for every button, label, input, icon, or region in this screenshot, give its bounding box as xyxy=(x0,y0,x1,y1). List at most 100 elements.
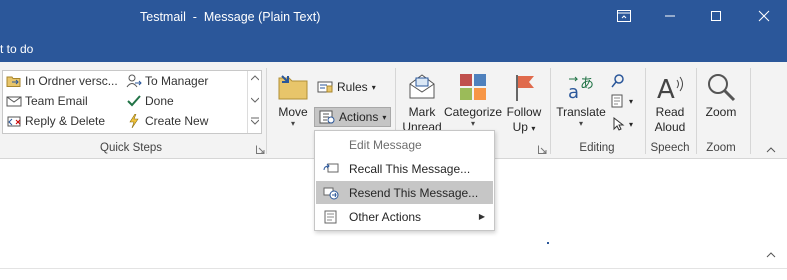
speech-group-label: Speech xyxy=(650,142,690,154)
lightning-icon xyxy=(129,114,139,128)
quick-step-label: Reply & Delete xyxy=(25,114,106,128)
quick-steps-scroll[interactable] xyxy=(247,71,262,133)
quick-step-label: Create New xyxy=(145,114,209,128)
rules-icon xyxy=(317,81,333,93)
quick-step-reply-delete[interactable]: Reply & Delete xyxy=(6,114,105,128)
read-label-line2: Aloud xyxy=(654,120,686,134)
menu-item-label: Resend This Message... xyxy=(349,185,479,200)
menu-item-other-actions[interactable]: Other Actions ▶ xyxy=(316,205,493,228)
title-bar: Testmail - Message (Plain Text) xyxy=(0,0,787,38)
svg-text:a: a xyxy=(568,82,579,102)
categorize-button[interactable]: Categorize ▾ xyxy=(444,72,502,128)
actions-menu: Edit Message Recall This Message... Rese… xyxy=(314,130,495,231)
menu-item-label: Edit Message xyxy=(349,137,422,152)
divider xyxy=(0,268,787,269)
translate-button[interactable]: aあ Translate ▾ xyxy=(554,72,608,128)
quick-step-in-ordner[interactable]: In Ordner versc... xyxy=(6,74,118,88)
select-cursor-icon xyxy=(613,117,625,131)
rules-button[interactable]: Rules ▾ xyxy=(317,80,376,94)
svg-text:A: A xyxy=(657,75,675,102)
quick-step-to-manager[interactable]: To Manager xyxy=(126,74,208,88)
related-icon xyxy=(611,94,623,108)
find-icon[interactable] xyxy=(611,74,625,88)
quick-step-label: Done xyxy=(145,94,174,108)
read-aloud-icon: A xyxy=(657,75,683,102)
select-button[interactable]: ▾ xyxy=(611,117,633,131)
to-manager-icon xyxy=(126,74,142,88)
tell-me-input[interactable]: t to do xyxy=(0,42,33,56)
move-label: Move xyxy=(278,105,308,119)
group-separator xyxy=(750,68,751,154)
menu-item-resend-message[interactable]: Resend This Message... xyxy=(316,181,493,204)
group-separator xyxy=(550,68,551,154)
dropdown-caret-icon: ▾ xyxy=(371,82,376,92)
dropdown-caret-icon: ▾ xyxy=(290,119,295,128)
menu-item-label: Recall This Message... xyxy=(349,161,471,176)
translate-label: Translate xyxy=(556,105,606,119)
resend-message-icon xyxy=(323,187,339,199)
menu-item-edit-message[interactable]: Edit Message xyxy=(316,133,493,156)
close-icon xyxy=(758,10,770,22)
related-button[interactable]: ▾ xyxy=(611,94,633,108)
team-email-icon xyxy=(6,96,22,107)
translate-icon: aあ xyxy=(568,76,594,102)
zoom-magnifier-icon xyxy=(708,74,736,102)
editing-group-label: Editing xyxy=(579,142,615,154)
maximize-button[interactable] xyxy=(693,0,739,32)
actions-label: Actions xyxy=(339,110,379,124)
window-title: Testmail - Message (Plain Text) xyxy=(140,10,321,24)
quick-step-team-email[interactable]: Team Email xyxy=(6,94,88,108)
quick-step-done[interactable]: Done xyxy=(126,94,174,108)
mark-label-line1: Mark xyxy=(408,105,436,119)
quick-step-create-new[interactable]: Create New xyxy=(126,114,208,128)
move-button[interactable]: Move ▾ xyxy=(272,72,314,128)
move-folder-icon xyxy=(278,75,308,100)
zoom-group-label: Zoom xyxy=(706,142,736,154)
dropdown-caret-icon: ▾ xyxy=(578,119,583,128)
tell-me-bar: t to do xyxy=(0,38,787,62)
quick-step-label: In Ordner versc... xyxy=(25,74,118,88)
zoom-button[interactable]: Zoom xyxy=(700,72,742,120)
minimize-icon xyxy=(665,15,675,17)
follow-label-line2: Up ▾ xyxy=(503,120,545,136)
menu-item-recall-message[interactable]: Recall This Message... xyxy=(316,157,493,180)
group-separator xyxy=(266,68,267,154)
categorize-label: Categorize xyxy=(444,105,503,119)
quick-step-label: Team Email xyxy=(25,94,88,108)
cursor-dot xyxy=(547,242,549,244)
follow-label-line1: Follow xyxy=(506,105,542,119)
maximize-icon xyxy=(711,11,721,21)
more-dropdown-icon xyxy=(251,117,259,125)
dropdown-caret-icon: ▾ xyxy=(629,119,634,129)
recall-icon-slot xyxy=(316,162,346,176)
reply-delete-icon xyxy=(7,116,21,127)
other-actions-icon-slot xyxy=(316,210,346,224)
rules-label: Rules xyxy=(337,80,368,94)
checkmark-icon xyxy=(127,95,141,107)
zoom-label: Zoom xyxy=(705,105,737,119)
follow-up-button[interactable]: Follow Up ▾ xyxy=(503,72,545,136)
dropdown-caret-icon: ▾ xyxy=(470,119,475,128)
ribbon-display-options-button[interactable] xyxy=(601,0,647,32)
quick-step-label: To Manager xyxy=(145,74,209,88)
folder-move-icon xyxy=(6,76,21,87)
flag-icon xyxy=(516,75,534,101)
read-label-line1: Read xyxy=(655,105,685,119)
dropdown-caret-icon: ▾ xyxy=(629,96,634,106)
tags-dialog-launcher-icon[interactable] xyxy=(538,145,547,154)
actions-button[interactable]: Actions ▾ xyxy=(314,107,392,127)
read-aloud-button[interactable]: A Read Aloud xyxy=(649,72,691,135)
collapse-ribbon-icon[interactable] xyxy=(766,146,776,153)
close-button[interactable] xyxy=(741,0,787,32)
scroll-up-icon xyxy=(251,75,259,81)
recall-message-icon xyxy=(323,163,339,172)
minimize-button[interactable] xyxy=(647,0,693,32)
mark-unread-button[interactable]: Mark Unread xyxy=(400,72,444,135)
categorize-icon xyxy=(460,74,486,100)
quick-steps-dialog-launcher-icon[interactable] xyxy=(256,145,265,154)
scroll-down-icon xyxy=(251,97,259,103)
collapse-header-icon[interactable] xyxy=(766,251,776,258)
mark-unread-icon xyxy=(409,74,435,99)
dropdown-caret-icon: ▾ xyxy=(531,124,536,133)
menu-item-label: Other Actions xyxy=(349,209,422,224)
